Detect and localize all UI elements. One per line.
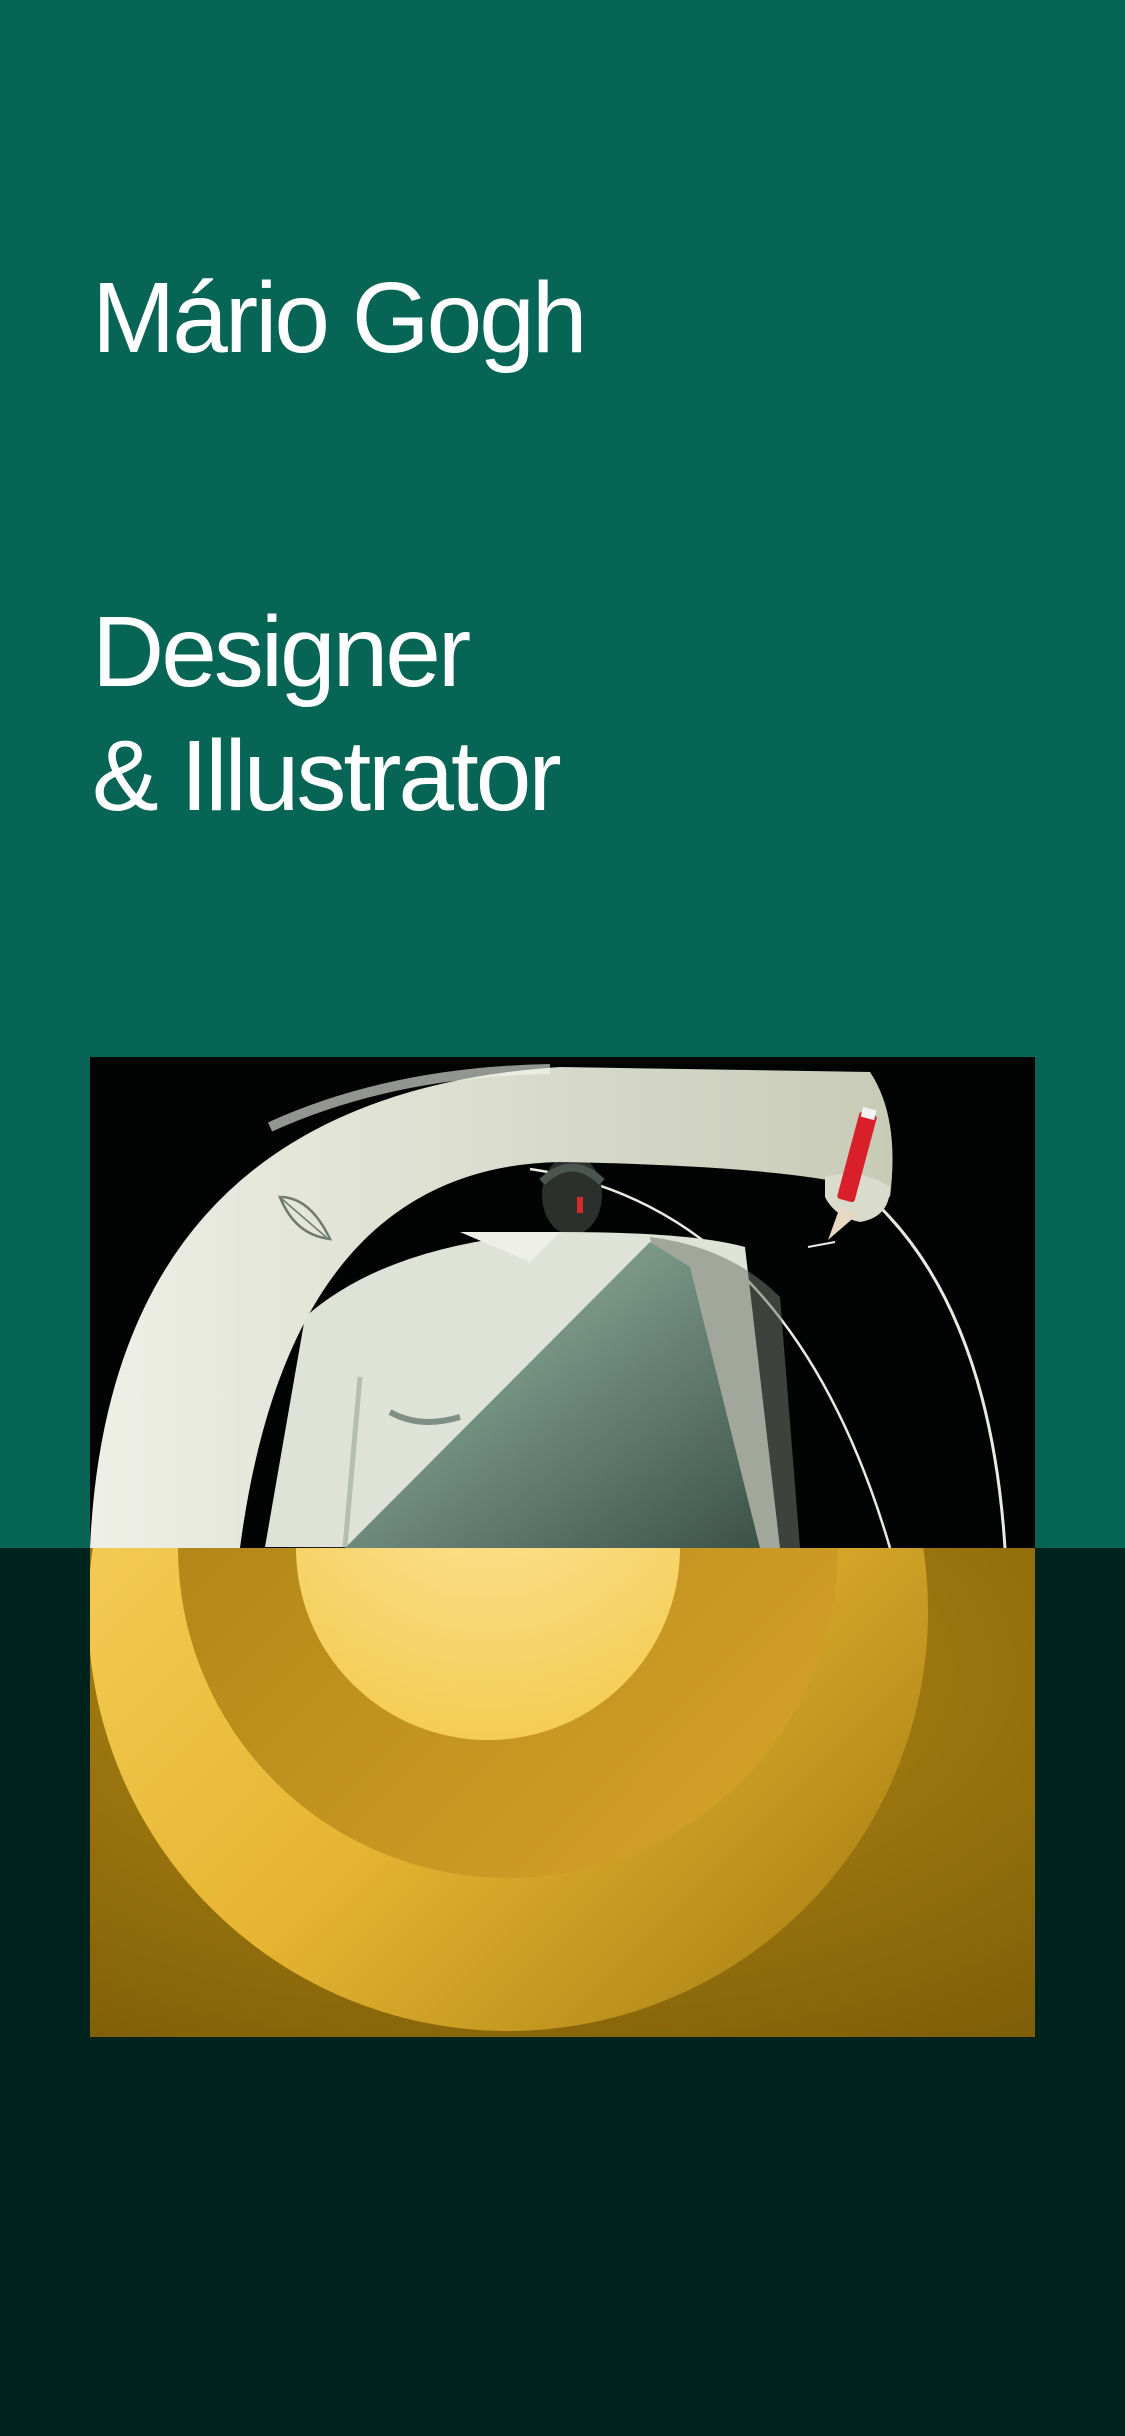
- role-line-designer: Designer: [92, 596, 471, 708]
- artist-name: Mário Gogh: [92, 262, 587, 374]
- artwork-illustration: [90, 1057, 1035, 2037]
- role-line-illustrator: & Illustrator: [92, 720, 562, 832]
- figure-mouth: [577, 1197, 583, 1213]
- artist-role: Designer & Illustrator: [92, 590, 562, 838]
